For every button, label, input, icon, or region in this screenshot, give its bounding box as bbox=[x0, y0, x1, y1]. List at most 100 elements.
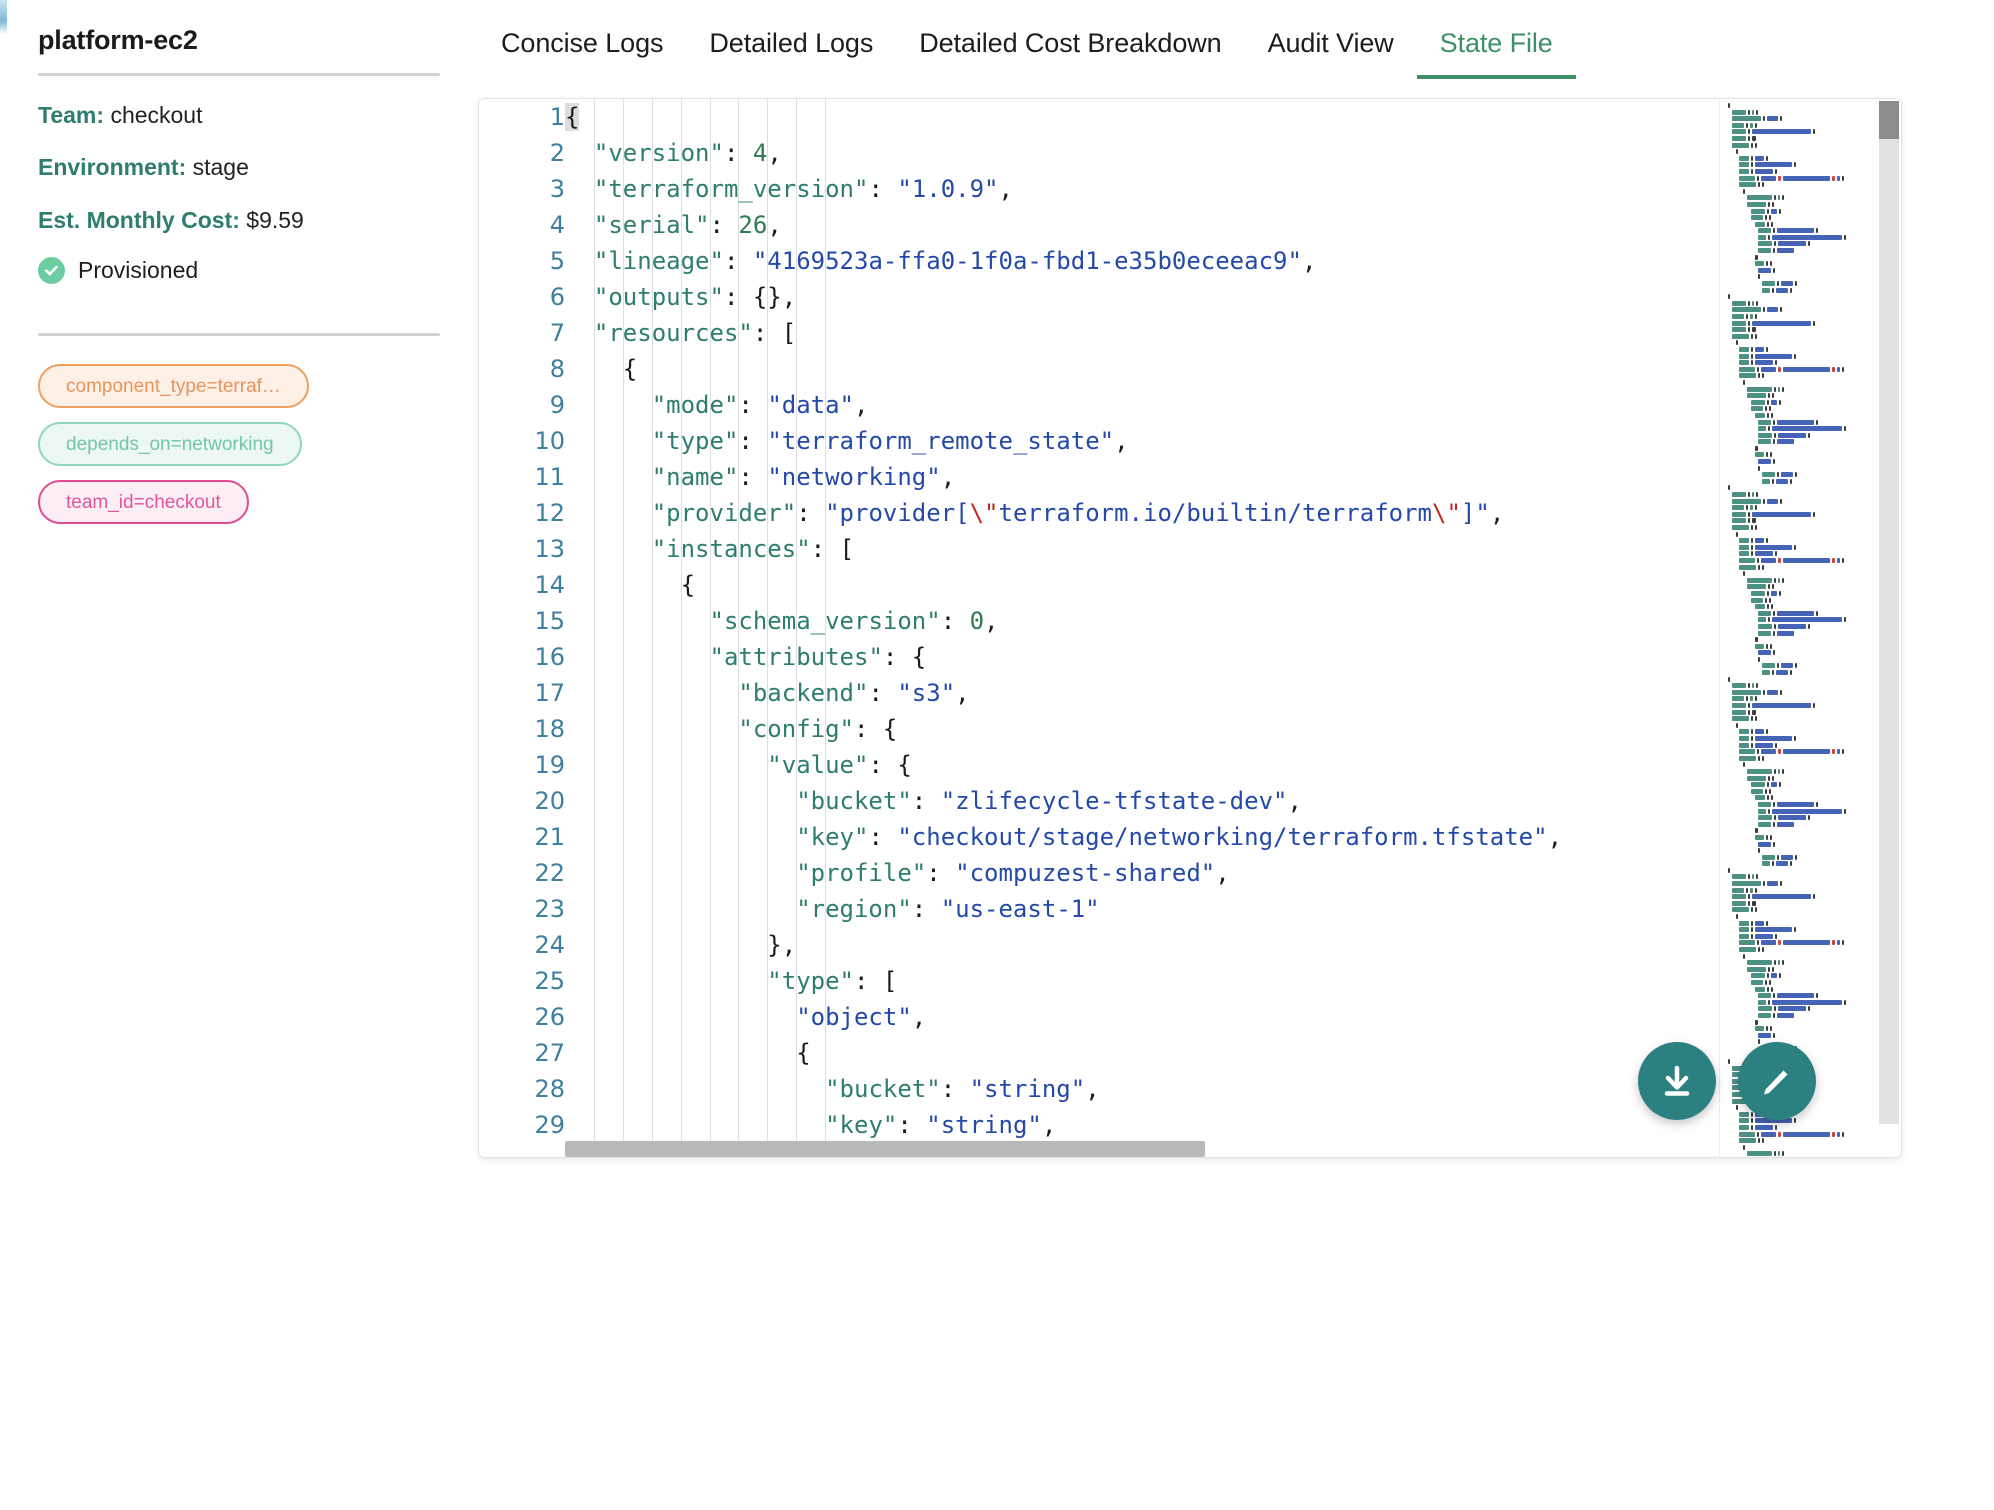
code-token: : bbox=[940, 1075, 970, 1103]
tab-detailed-logs[interactable]: Detailed Logs bbox=[686, 28, 896, 79]
meta-environment-value: stage bbox=[192, 154, 249, 181]
line-source[interactable]: "config": { bbox=[565, 711, 1562, 747]
minimap-line bbox=[1726, 815, 1876, 821]
line-source[interactable]: "bucket": "string", bbox=[565, 1071, 1562, 1107]
line-source[interactable]: "instances": [ bbox=[565, 531, 1562, 567]
minimap-line bbox=[1726, 828, 1876, 834]
code-token: { bbox=[882, 715, 898, 743]
minimap-line bbox=[1726, 162, 1876, 168]
minimap-line bbox=[1726, 584, 1876, 590]
tag-chip-component-type[interactable]: component_type=terraf… bbox=[38, 364, 309, 409]
minimap-line bbox=[1726, 762, 1876, 768]
minimap-line bbox=[1726, 1138, 1876, 1144]
download-state-file-button[interactable] bbox=[1638, 1042, 1716, 1120]
minimap-line bbox=[1726, 914, 1876, 920]
code-token: terraform.io/builtin/terraform bbox=[998, 499, 1432, 527]
code-token: "region" bbox=[796, 895, 912, 923]
line-source[interactable]: "backend": "s3", bbox=[565, 675, 1562, 711]
code-viewport[interactable]: 1{2 "version": 4, 3 "terraform_version": … bbox=[479, 99, 1719, 1157]
edit-state-file-button[interactable] bbox=[1738, 1042, 1816, 1120]
code-token: "bucket" bbox=[825, 1075, 941, 1103]
line-source[interactable]: "attributes": { bbox=[565, 639, 1562, 675]
minimap-line bbox=[1726, 689, 1876, 695]
line-source[interactable]: "provider": "provider[\"terraform.io/bui… bbox=[565, 495, 1562, 531]
code-token: "zlifecycle-tfstate-dev" bbox=[940, 787, 1288, 815]
code-token: "compuzest-shared" bbox=[955, 859, 1216, 887]
line-source[interactable]: { bbox=[565, 567, 1562, 603]
minimap-line bbox=[1726, 564, 1876, 570]
line-source[interactable]: "bucket": "zlifecycle-tfstate-dev", bbox=[565, 783, 1562, 819]
line-source[interactable]: "region": "us-east-1" bbox=[565, 891, 1562, 927]
line-number: 2 bbox=[549, 139, 565, 167]
horizontal-scrollbar[interactable] bbox=[565, 1141, 1515, 1157]
code-minimap[interactable] bbox=[1719, 99, 1901, 1157]
minimap-line bbox=[1726, 854, 1876, 860]
line-source[interactable]: "key": "checkout/stage/networking/terraf… bbox=[565, 819, 1562, 855]
code-token: "terraform_version" bbox=[593, 175, 869, 203]
tab-bar: Concise Logs Detailed Logs Detailed Cost… bbox=[478, 28, 1728, 86]
minimap-line bbox=[1726, 182, 1876, 188]
tag-chip-team-id[interactable]: team_id=checkout bbox=[38, 480, 249, 525]
code-token: "profile" bbox=[796, 859, 927, 887]
line-source[interactable]: "type": "terraform_remote_state", bbox=[565, 423, 1562, 459]
tab-detailed-cost-breakdown[interactable]: Detailed Cost Breakdown bbox=[896, 28, 1244, 79]
minimap-line bbox=[1726, 393, 1876, 399]
code-token: "key" bbox=[825, 1111, 898, 1139]
meta-team-value: checkout bbox=[110, 101, 203, 128]
line-source[interactable]: }, bbox=[565, 927, 1562, 963]
page-title: platform-ec2 bbox=[38, 25, 198, 55]
line-source[interactable]: "outputs": {}, bbox=[565, 279, 1562, 315]
minimap-scroll-track[interactable] bbox=[1879, 139, 1899, 1124]
minimap-line bbox=[1726, 841, 1876, 847]
line-source[interactable]: { bbox=[565, 1035, 1562, 1071]
minimap-line bbox=[1726, 340, 1876, 346]
line-source[interactable]: "type": [ bbox=[565, 963, 1562, 999]
code-token: ]" bbox=[1460, 499, 1490, 527]
line-source[interactable]: { bbox=[565, 99, 1562, 135]
line-number: 21 bbox=[534, 823, 565, 851]
code-token: "us-east-1" bbox=[940, 895, 1100, 923]
code-line: 26 "object", bbox=[479, 999, 1562, 1035]
minimap-line bbox=[1726, 927, 1876, 933]
minimap-line bbox=[1726, 551, 1876, 557]
minimap-scroll-thumb[interactable] bbox=[1879, 101, 1899, 139]
line-source[interactable]: "resources": [ bbox=[565, 315, 1562, 351]
code-line: 1{ bbox=[479, 99, 1562, 135]
minimap-line bbox=[1726, 149, 1876, 155]
line-source[interactable]: "name": "networking", bbox=[565, 459, 1562, 495]
minimap-line bbox=[1726, 993, 1876, 999]
minimap-line bbox=[1726, 577, 1876, 583]
minimap-line bbox=[1726, 696, 1876, 702]
tab-concise-logs[interactable]: Concise Logs bbox=[478, 28, 686, 79]
horizontal-scrollbar-thumb[interactable] bbox=[565, 1141, 1205, 1157]
code-token: , bbox=[998, 175, 1013, 203]
code-token: , bbox=[1085, 1075, 1100, 1103]
minimap-line bbox=[1726, 808, 1876, 814]
line-source[interactable]: "version": 4, bbox=[565, 135, 1562, 171]
minimap-canvas bbox=[1726, 103, 1876, 1157]
tab-audit-view[interactable]: Audit View bbox=[1245, 28, 1417, 79]
tab-state-file[interactable]: State File bbox=[1416, 28, 1576, 79]
minimap-line bbox=[1726, 1006, 1876, 1012]
code-token: "4169523a-ffa0-1f0a-fbd1-e35b0eceeac9" bbox=[752, 247, 1302, 275]
line-source[interactable]: "mode": "data", bbox=[565, 387, 1562, 423]
line-source[interactable]: "serial": 26, bbox=[565, 207, 1562, 243]
minimap-line bbox=[1726, 155, 1876, 161]
code-token: : bbox=[854, 967, 883, 995]
line-source[interactable]: "lineage": "4169523a-ffa0-1f0a-fbd1-e35b… bbox=[565, 243, 1562, 279]
code-token: , bbox=[1114, 427, 1129, 455]
tag-chip-depends-on[interactable]: depends_on=networking bbox=[38, 422, 302, 467]
line-source[interactable]: "value": { bbox=[565, 747, 1562, 783]
code-token: "data" bbox=[767, 391, 855, 419]
line-source[interactable]: "object", bbox=[565, 999, 1562, 1035]
minimap-line bbox=[1726, 1131, 1876, 1137]
line-source[interactable]: "schema_version": 0, bbox=[565, 603, 1562, 639]
minimap-line bbox=[1726, 314, 1876, 319]
code-token: { bbox=[911, 643, 927, 671]
line-source[interactable]: "terraform_version": "1.0.9", bbox=[565, 171, 1562, 207]
line-source[interactable]: "key": "string", bbox=[565, 1107, 1562, 1143]
line-source[interactable]: { bbox=[565, 351, 1562, 387]
line-source[interactable]: "profile": "compuzest-shared", bbox=[565, 855, 1562, 891]
